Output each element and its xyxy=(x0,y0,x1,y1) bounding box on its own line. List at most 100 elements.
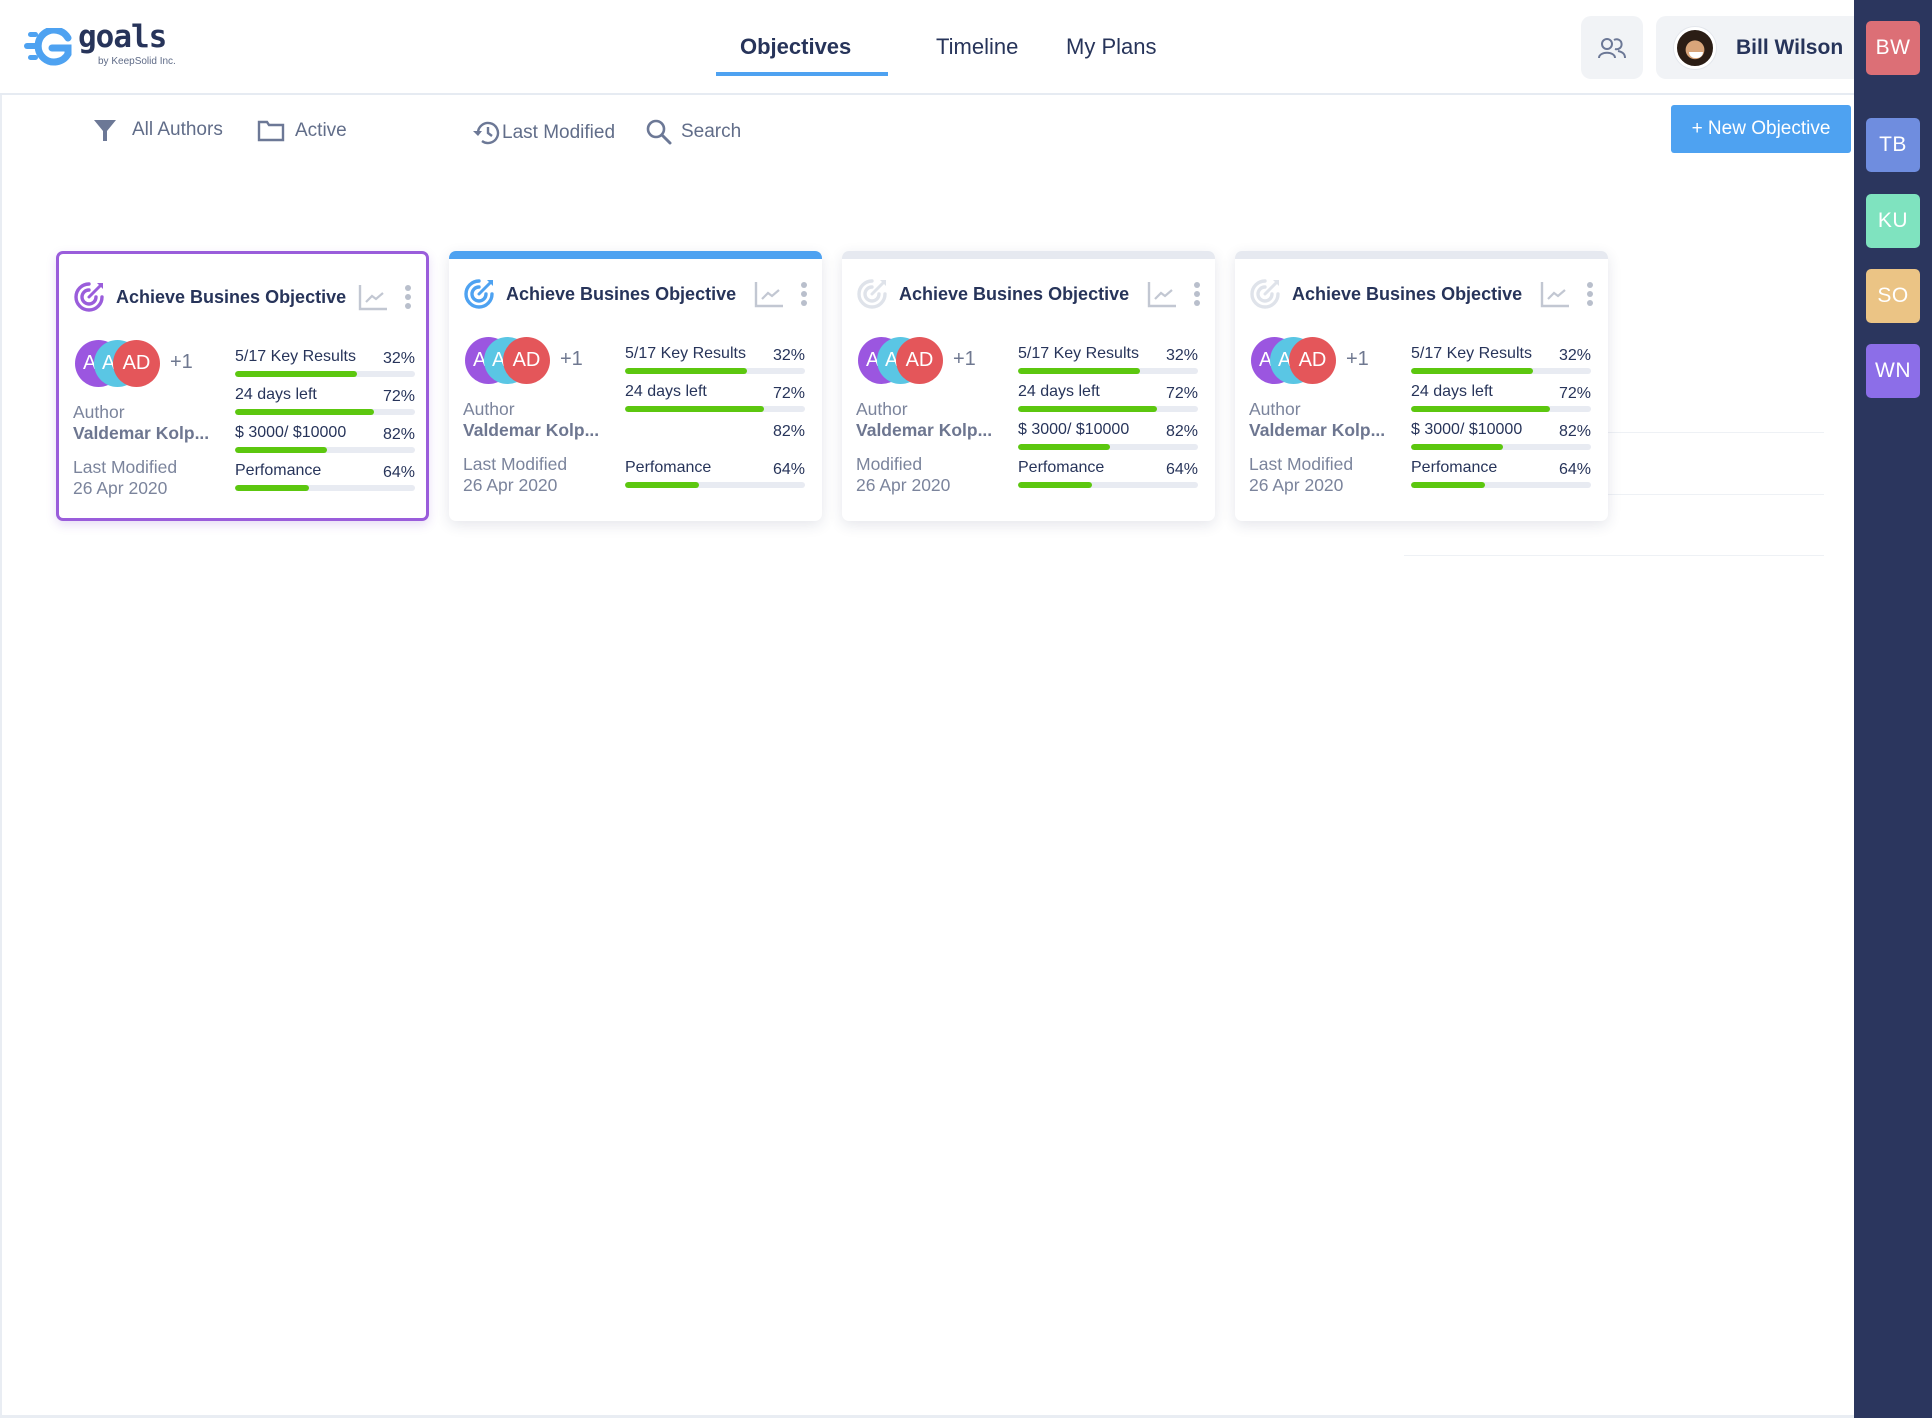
metric-row: Perfomance 64% xyxy=(1018,459,1198,497)
metric-progress-fill xyxy=(1018,406,1157,412)
metric-label: Perfomance xyxy=(235,462,322,479)
assignee-avatar[interactable]: AD xyxy=(1289,337,1336,384)
modified-date: 26 Apr 2020 xyxy=(1249,475,1344,495)
objective-card[interactable]: Achieve Busines Objective A A AD +1 Auth… xyxy=(449,251,822,521)
assignee-avatars[interactable]: A A AD +1 xyxy=(75,340,215,388)
metric-label: Perfomance xyxy=(1018,459,1105,476)
more-options-icon[interactable] xyxy=(798,280,810,308)
card-header: Achieve Busines Objective xyxy=(1249,277,1596,311)
target-icon xyxy=(464,279,494,309)
more-options-icon[interactable] xyxy=(402,283,414,311)
assignee-avatar[interactable]: AD xyxy=(896,337,943,384)
metric-label: 24 days left xyxy=(1411,383,1493,400)
metric-progress-bar xyxy=(235,485,415,491)
chart-icon[interactable] xyxy=(1147,280,1177,308)
metric-label: 5/17 Key Results xyxy=(235,348,356,365)
search-filter[interactable]: Search xyxy=(645,118,741,146)
objective-title[interactable]: Achieve Busines Objective xyxy=(899,284,1147,305)
metric-progress-bar xyxy=(235,409,415,415)
sort-filter-label: Last Modified xyxy=(502,122,616,143)
metric-label: Perfomance xyxy=(625,459,712,476)
metric-percent: 64% xyxy=(772,461,805,478)
more-options-icon[interactable] xyxy=(1584,280,1596,308)
objective-meta: Author Valdemar Kolp... Modified 26 Apr … xyxy=(856,399,1006,496)
modified-date: 26 Apr 2020 xyxy=(73,478,168,498)
metric-progress-bar xyxy=(1411,444,1591,450)
metric-row: Perfomance 64% xyxy=(1411,459,1591,497)
objective-title[interactable]: Achieve Busines Objective xyxy=(1292,284,1540,305)
user-profile-button[interactable]: Bill Wilson xyxy=(1656,16,1854,79)
metric-row: $ 3000/ $10000 82% xyxy=(235,424,415,462)
metric-row: 5/17 Key Results 32% xyxy=(235,348,415,386)
assignee-avatars[interactable]: A A AD +1 xyxy=(1251,337,1391,385)
new-objective-button[interactable]: + New Objective xyxy=(1671,105,1851,153)
metric-row: 5/17 Key Results 32% xyxy=(1018,345,1198,383)
metric-percent: 32% xyxy=(772,347,805,364)
extra-assignees-count[interactable]: +1 xyxy=(560,348,583,371)
tab-timeline[interactable]: Timeline xyxy=(936,34,1018,60)
metric-row: $ 3000/ $10000 82% xyxy=(1018,421,1198,459)
objective-meta: Author Valdemar Kolp... Last Modified 26… xyxy=(463,399,613,496)
objective-meta: Author Valdemar Kolp... Last Modified 26… xyxy=(73,402,223,499)
chart-icon[interactable] xyxy=(358,283,388,311)
metric-percent: 82% xyxy=(1558,423,1591,440)
objective-card[interactable]: Achieve Busines Objective A A AD +1 Auth… xyxy=(56,251,429,521)
extra-assignees-count[interactable]: +1 xyxy=(953,348,976,371)
tab-objectives[interactable]: Objectives xyxy=(740,34,851,60)
card-header: Achieve Busines Objective xyxy=(856,277,1203,311)
metric-progress-bar xyxy=(1018,482,1198,488)
assignee-avatars[interactable]: A A AD +1 xyxy=(858,337,998,385)
metric-progress-bar xyxy=(625,368,805,374)
objective-card[interactable]: Achieve Busines Objective A A AD +1 Auth… xyxy=(1235,251,1608,521)
card-accent-bar xyxy=(842,251,1215,259)
chart-icon[interactable] xyxy=(1540,280,1570,308)
team-members-button[interactable] xyxy=(1581,16,1643,79)
status-filter[interactable]: Active xyxy=(257,120,347,142)
active-tab-indicator xyxy=(716,72,888,76)
objective-title[interactable]: Achieve Busines Objective xyxy=(506,284,754,305)
assignee-avatars[interactable]: A A AD +1 xyxy=(465,337,605,385)
workspace-avatar-bw[interactable]: BW xyxy=(1866,21,1920,75)
workspace-avatar-so[interactable]: SO xyxy=(1866,269,1920,323)
extra-assignees-count[interactable]: +1 xyxy=(170,351,193,374)
metric-progress-bar xyxy=(235,371,415,377)
workspace-avatar-tb[interactable]: TB xyxy=(1866,118,1920,172)
metric-progress-fill xyxy=(235,371,358,377)
target-icon xyxy=(74,282,104,312)
more-options-icon[interactable] xyxy=(1191,280,1203,308)
people-icon xyxy=(1598,37,1626,58)
tab-my-plans[interactable]: My Plans xyxy=(1066,34,1156,60)
funnel-icon xyxy=(94,120,116,141)
goals-logo-icon xyxy=(24,28,72,66)
metric-progress-fill xyxy=(1411,444,1503,450)
metric-label: Perfomance xyxy=(1411,459,1498,476)
metric-row: 24 days left 72% xyxy=(625,383,805,421)
metric-percent: 72% xyxy=(382,388,415,405)
objective-metrics: 5/17 Key Results 32% 24 days left 72% 82… xyxy=(625,345,805,497)
assignee-avatar[interactable]: AD xyxy=(503,337,550,384)
filter-bar: All Authors Active Last Modified Search xyxy=(2,95,1856,165)
logo-subtitle: by KeepSolid Inc. xyxy=(98,56,176,67)
assignee-avatar[interactable]: AD xyxy=(113,340,160,387)
objective-card[interactable]: Achieve Busines Objective A A AD +1 Auth… xyxy=(842,251,1215,521)
author-name: Valdemar Kolp... xyxy=(856,420,993,440)
metric-row: 5/17 Key Results 32% xyxy=(1411,345,1591,383)
authors-filter[interactable]: All Authors xyxy=(93,118,223,142)
metric-row: Perfomance 64% xyxy=(235,462,415,500)
objective-title[interactable]: Achieve Busines Objective xyxy=(116,287,358,308)
author-label: Author xyxy=(856,399,908,419)
divider-line xyxy=(1404,555,1824,556)
app-logo[interactable]: goals by KeepSolid Inc. xyxy=(22,19,182,72)
sort-filter[interactable]: Last Modified xyxy=(472,120,615,146)
metric-percent: 82% xyxy=(1165,423,1198,440)
workspace-avatar-wn[interactable]: WN xyxy=(1866,344,1920,398)
extra-assignees-count[interactable]: +1 xyxy=(1346,348,1369,371)
metric-percent: 72% xyxy=(1558,385,1591,402)
workspace-avatar-ku[interactable]: KU xyxy=(1866,194,1920,248)
author-name: Valdemar Kolp... xyxy=(73,423,210,443)
metric-percent: 72% xyxy=(1165,385,1198,402)
chart-icon[interactable] xyxy=(754,280,784,308)
author-label: Author xyxy=(73,402,125,422)
metric-progress-fill xyxy=(625,368,748,374)
target-icon xyxy=(1250,279,1280,309)
